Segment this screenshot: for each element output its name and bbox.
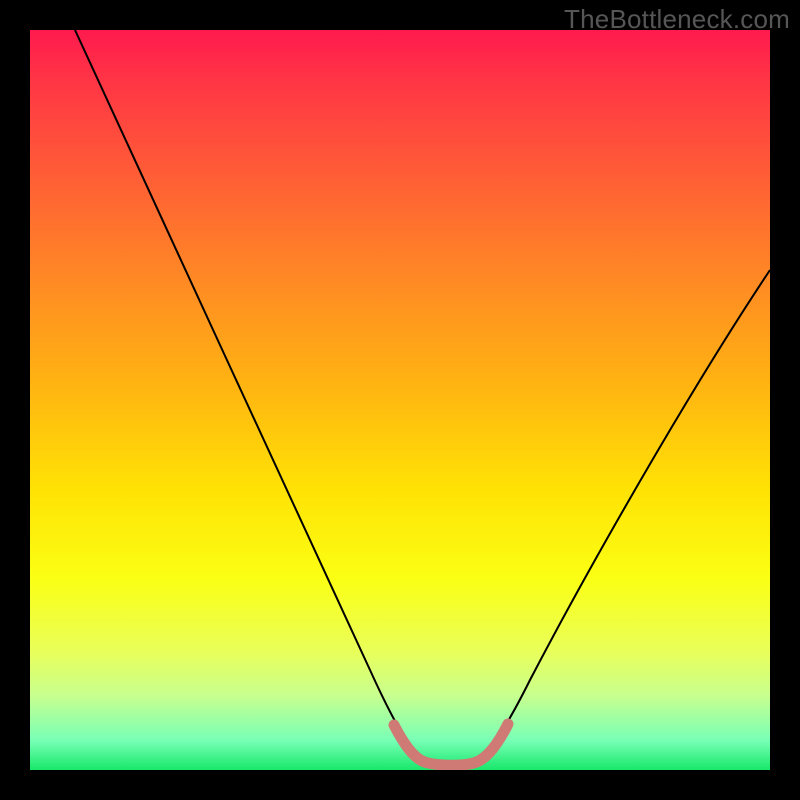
watermark-text: TheBottleneck.com	[564, 4, 790, 35]
plot-area	[30, 30, 770, 770]
highlight-trough	[394, 724, 508, 765]
curve-layer	[30, 30, 770, 770]
chart-frame: TheBottleneck.com	[0, 0, 800, 800]
black-curve	[75, 30, 770, 764]
